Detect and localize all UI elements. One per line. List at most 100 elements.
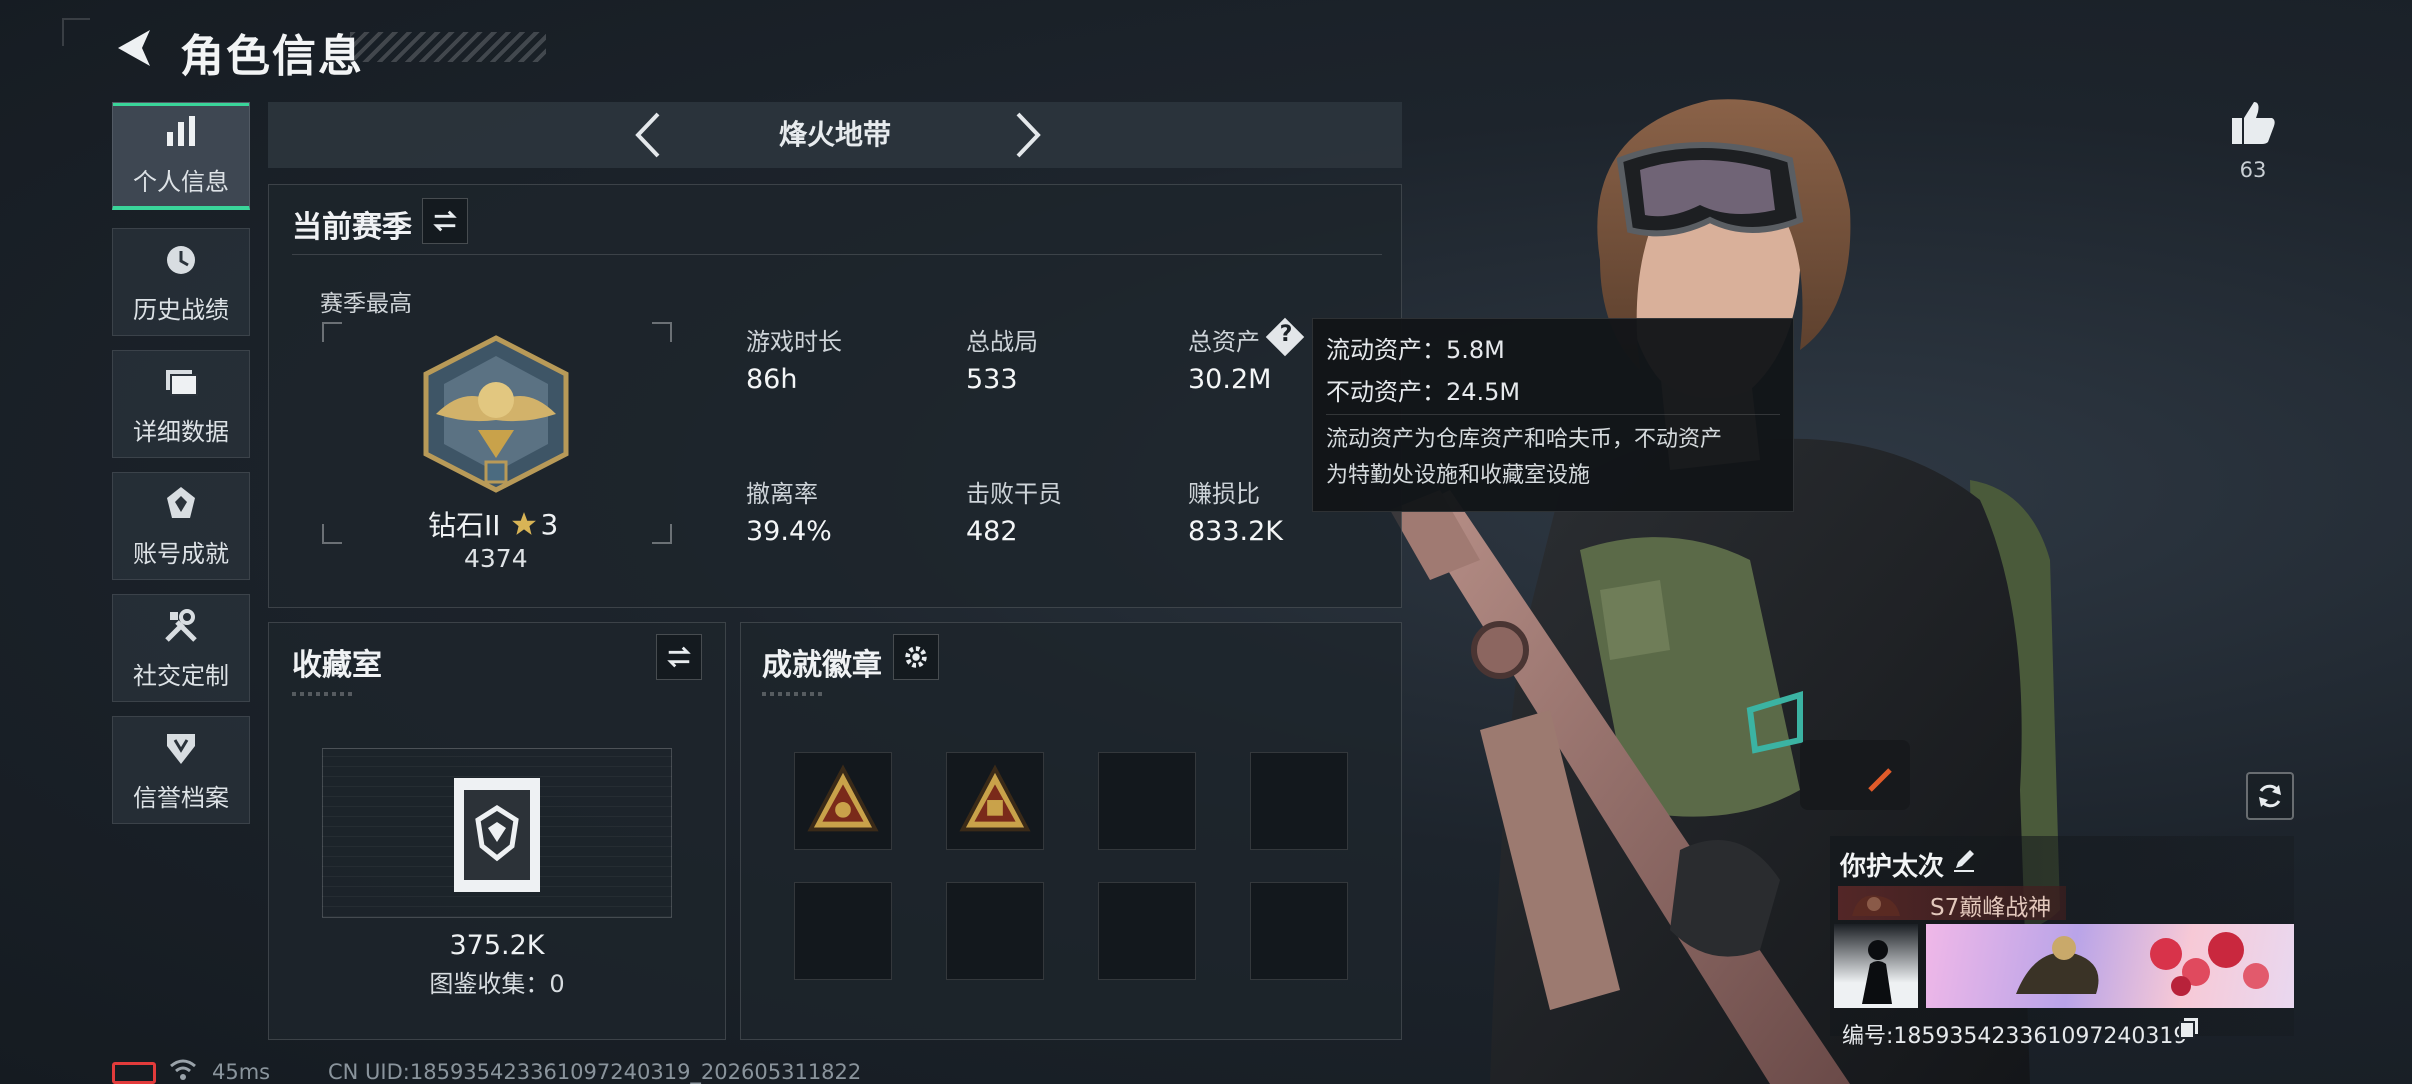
- badge-icon: [807, 764, 879, 832]
- refresh-icon: [2259, 784, 2281, 808]
- help-icon: ?: [1279, 322, 1293, 347]
- title-decoration: [350, 32, 546, 62]
- sidebar-item-reputation[interactable]: 信誉档案: [112, 716, 250, 824]
- current-season-title: 当前赛季: [292, 210, 412, 245]
- divider: [1326, 414, 1780, 415]
- stat-value: 30.2M: [1188, 364, 1272, 395]
- badges-title: 成就徽章: [762, 648, 882, 683]
- vault-icon: [454, 778, 540, 892]
- name-card-banner[interactable]: [1926, 924, 2294, 1008]
- gear-icon: [905, 646, 927, 668]
- like-button[interactable]: [2228, 98, 2278, 148]
- achievement-icon: [167, 486, 195, 518]
- page-title: 角色信息: [180, 31, 364, 82]
- ping-readout: 45ms: [212, 1060, 271, 1084]
- battery-icon: [112, 1062, 156, 1084]
- tools-icon: [165, 608, 197, 642]
- rank-points: 4374: [464, 544, 528, 573]
- thumbs-up-icon: [2232, 102, 2275, 144]
- divider: [292, 692, 352, 696]
- title-emblem-icon: [1852, 895, 1900, 916]
- badge-slot[interactable]: [946, 752, 1044, 850]
- divider: [762, 692, 822, 696]
- player-title: S7巅峰战神: [1930, 895, 2052, 921]
- player-name: 你护太次: [1840, 852, 1945, 882]
- tooltip-fixed-assets: 不动资产：24.5M: [1326, 378, 1521, 406]
- shield-icon: [167, 733, 195, 764]
- bar-chart-icon: [167, 116, 195, 146]
- stat-label: 撤离率: [746, 480, 818, 508]
- badges-settings-button[interactable]: [893, 634, 939, 680]
- divider: [292, 254, 1382, 255]
- sidebar-item-social[interactable]: 社交定制: [112, 594, 250, 702]
- sidebar-item-label: 个人信息: [133, 168, 229, 196]
- badge-slot[interactable]: [794, 882, 892, 980]
- tooltip-liquid-assets: 流动资产：5.8M: [1326, 336, 1505, 364]
- like-count: 63: [2239, 158, 2267, 182]
- sidebar-item-label: 社交定制: [133, 661, 229, 690]
- sidebar-item-label: 信誉档案: [133, 783, 229, 812]
- stat-value: 533: [966, 364, 1018, 395]
- collection-switch-button[interactable]: [656, 634, 702, 680]
- badge-slot[interactable]: [946, 882, 1044, 980]
- stat-label: 击败干员: [966, 480, 1062, 508]
- collection-value: 375.2K: [449, 930, 545, 961]
- rank-stars: 3: [540, 507, 559, 541]
- collection-title: 收藏室: [292, 648, 382, 683]
- uid-readout: CN UID:1859354233610972403​19_2026053118…: [328, 1060, 862, 1084]
- previous-mode-button[interactable]: [622, 108, 676, 162]
- swap-icon: [667, 646, 691, 668]
- sidebar-item-label: 账号成就: [133, 539, 229, 568]
- edit-name-button[interactable]: [1950, 846, 1978, 874]
- chevron-right-icon: [1016, 112, 1041, 158]
- next-mode-button[interactable]: [1000, 108, 1054, 162]
- player-id: 编号:1859354233610972403​19: [1842, 1024, 2188, 1049]
- sidebar-item-personal-info[interactable]: 个人信息: [112, 102, 250, 210]
- sidebar-item-achievements[interactable]: 账号成就: [112, 472, 250, 580]
- back-button[interactable]: [112, 26, 156, 70]
- rotate-model-button[interactable]: [2246, 772, 2294, 820]
- stat-label: 赚损比: [1188, 480, 1260, 508]
- corner-decoration: [62, 18, 90, 46]
- stat-label: 总资产: [1188, 328, 1260, 356]
- chevron-left-icon: [635, 112, 660, 158]
- copy-id-button[interactable]: [2178, 1016, 2200, 1040]
- badge-slot[interactable]: [1098, 752, 1196, 850]
- frame-corner: [322, 524, 342, 544]
- avatar[interactable]: [1834, 924, 1918, 1008]
- badge-slot[interactable]: [1250, 752, 1348, 850]
- stat-value: 39.4%: [746, 516, 832, 547]
- back-arrow-icon: [118, 30, 150, 66]
- season-best-label: 赛季最高: [320, 291, 412, 317]
- frame-corner: [322, 322, 342, 342]
- history-icon: [167, 245, 195, 274]
- folder-icon: [166, 369, 198, 396]
- rank-label: 钻石II 3: [428, 504, 558, 544]
- sidebar-item-label: 历史战绩: [133, 295, 229, 324]
- rank-emblem-icon: [423, 335, 569, 493]
- frame-corner: [652, 322, 672, 342]
- copy-icon: [2179, 1018, 2198, 1039]
- sidebar-item-history[interactable]: 历史战绩: [112, 228, 250, 336]
- badge-slot[interactable]: [1098, 882, 1196, 980]
- frame-corner: [652, 524, 672, 544]
- badge-slot[interactable]: [794, 752, 892, 850]
- mode-title: 烽火地带: [778, 118, 891, 151]
- swap-icon: [433, 210, 457, 232]
- stat-value: 482: [966, 516, 1018, 547]
- stat-label: 游戏时长: [746, 328, 842, 356]
- gallery-count: 图鉴收集：0: [429, 970, 565, 998]
- badge-icon: [959, 764, 1031, 832]
- sidebar-item-label: 详细数据: [133, 417, 229, 446]
- stat-value: 833.2K: [1188, 516, 1284, 547]
- star-icon: [511, 512, 536, 535]
- rank-name: 钻石II: [428, 509, 501, 542]
- stat-label: 总战局: [966, 328, 1038, 356]
- banner-art: [2016, 932, 2269, 996]
- stat-value: 86h: [746, 364, 798, 395]
- badge-slot[interactable]: [1250, 882, 1348, 980]
- sidebar-item-detail-data[interactable]: 详细数据: [112, 350, 250, 458]
- pencil-icon: [1954, 850, 1974, 872]
- avatar-silhouette-icon: [1862, 940, 1892, 1004]
- switch-season-button[interactable]: [422, 198, 468, 244]
